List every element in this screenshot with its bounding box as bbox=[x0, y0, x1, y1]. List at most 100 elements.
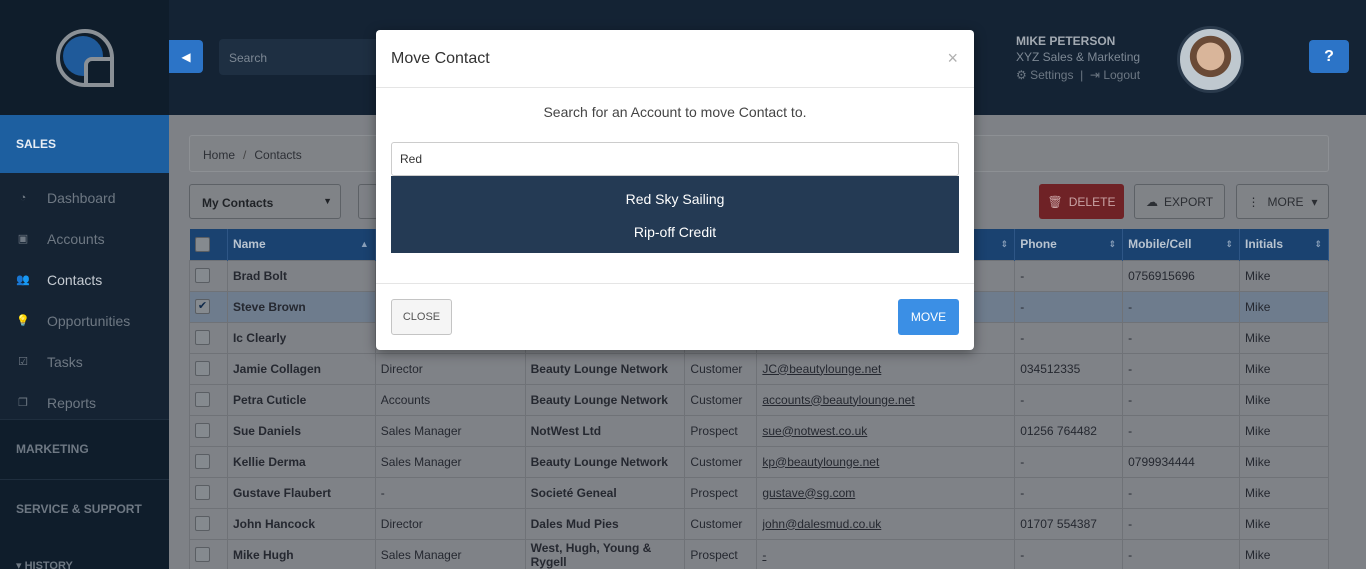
cell-mobile: - bbox=[1122, 321, 1241, 354]
cell-mobile: - bbox=[1122, 414, 1241, 447]
logo-area bbox=[0, 0, 169, 115]
row-select-cell bbox=[189, 414, 228, 447]
cell-title: Director bbox=[374, 507, 526, 540]
cell-account[interactable]: NotWest Ltd bbox=[524, 414, 686, 447]
cell-type: Customer bbox=[684, 507, 758, 540]
cell-account[interactable]: Beauty Lounge Network bbox=[524, 352, 686, 385]
section-history[interactable]: ▾ HISTORY bbox=[16, 559, 73, 569]
cell-phone: - bbox=[1014, 259, 1124, 292]
collapse-sidebar-button[interactable]: ◀ bbox=[169, 40, 203, 73]
cell-account[interactable]: West, Hugh, Young & Rygell bbox=[524, 538, 686, 569]
cell-name[interactable]: Kellie Derma bbox=[226, 445, 376, 478]
cell-name[interactable]: Jamie Collagen bbox=[226, 352, 376, 385]
section-marketing[interactable]: MARKETING bbox=[0, 419, 169, 479]
cell-name[interactable]: John Hancock bbox=[226, 507, 376, 540]
cell-account[interactable]: Beauty Lounge Network bbox=[524, 445, 686, 478]
result-item[interactable]: Rip-off Credit bbox=[391, 215, 959, 248]
breadcrumb-home[interactable]: Home bbox=[203, 148, 235, 162]
row-checkbox[interactable] bbox=[195, 516, 210, 532]
breadcrumb-current: Contacts bbox=[254, 148, 302, 162]
filter-value: My Contacts bbox=[202, 196, 274, 210]
sidebar-item-tasks[interactable]: ☑ Tasks bbox=[0, 341, 169, 382]
close-button[interactable]: CLOSE bbox=[391, 299, 452, 335]
logout-link[interactable]: Logout bbox=[1103, 68, 1140, 82]
row-checkbox[interactable] bbox=[195, 392, 210, 408]
sidebar-item-opportunities[interactable]: 💡 Opportunities bbox=[0, 300, 169, 341]
secondary-filter-button[interactable] bbox=[358, 184, 378, 219]
sidebar-item-reports[interactable]: ❐ Reports bbox=[0, 382, 169, 423]
table-row[interactable]: Gustave Flaubert - Societé Geneal Prospect g… bbox=[189, 476, 1329, 509]
cell-email[interactable]: gustave@sg.com bbox=[756, 476, 1016, 509]
cell-name[interactable]: Sue Daniels bbox=[226, 414, 376, 447]
cell-email[interactable]: accounts@beautylounge.net bbox=[756, 383, 1016, 416]
row-select-cell bbox=[189, 538, 228, 569]
cell-email[interactable]: - bbox=[756, 538, 1016, 569]
export-button[interactable]: ☁ EXPORT bbox=[1134, 184, 1225, 219]
cell-name[interactable]: Ic Clearly bbox=[226, 321, 376, 354]
more-button[interactable]: ⋮ MORE ▾ bbox=[1236, 184, 1329, 219]
cell-email[interactable]: kp@beautylounge.net bbox=[756, 445, 1016, 478]
cell-account[interactable]: Beauty Lounge Network bbox=[524, 383, 686, 416]
move-button[interactable]: MOVE bbox=[898, 299, 959, 335]
sidebar-item-dashboard[interactable]: ◔ Dashboard bbox=[0, 177, 169, 218]
app-logo[interactable] bbox=[55, 28, 114, 87]
sidebar: SALES ◔ Dashboard ▣ Accounts 👥 Contacts 💡 Oppor… bbox=[0, 0, 169, 569]
select-all-checkbox[interactable] bbox=[194, 236, 210, 252]
cell-title: Sales Manager bbox=[374, 445, 526, 478]
settings-link[interactable]: Settings bbox=[1030, 68, 1073, 82]
cell-type: Prospect bbox=[684, 476, 758, 509]
cell-email[interactable]: john@dalesmud.co.uk bbox=[756, 507, 1016, 540]
cell-initials: Mike bbox=[1239, 538, 1329, 569]
cell-initials: Mike bbox=[1239, 476, 1329, 509]
row-checkbox[interactable] bbox=[195, 268, 210, 284]
section-service-support[interactable]: SERVICE & SUPPORT bbox=[0, 479, 169, 539]
contacts-filter-select[interactable]: My Contacts ▼ bbox=[189, 184, 341, 219]
column-header-name[interactable]: Name ▲ bbox=[227, 229, 376, 260]
modal-header: Move Contact × bbox=[376, 30, 974, 88]
cell-name[interactable]: Gustave Flaubert bbox=[226, 476, 376, 509]
close-icon[interactable]: × bbox=[947, 48, 958, 69]
table-row[interactable]: Kellie Derma Sales Manager Beauty Lounge N… bbox=[189, 445, 1329, 478]
account-results-list: Red Sky Sailing Rip-off Credit bbox=[391, 176, 959, 253]
section-sales[interactable]: SALES bbox=[0, 115, 169, 173]
row-checkbox[interactable] bbox=[195, 547, 210, 563]
column-header-mobile[interactable]: Mobile/Cell ⇕ bbox=[1122, 229, 1241, 260]
row-checkbox[interactable]: ✔ bbox=[195, 299, 210, 315]
sidebar-item-accounts[interactable]: ▣ Accounts bbox=[0, 218, 169, 259]
cell-type: Customer bbox=[684, 352, 758, 385]
cell-name[interactable]: Mike Hugh bbox=[226, 538, 376, 569]
row-checkbox[interactable] bbox=[195, 361, 210, 377]
cell-account[interactable]: Dales Mud Pies bbox=[524, 507, 686, 540]
modal-instruction: Search for an Account to move Contact to… bbox=[543, 104, 807, 120]
delete-button[interactable]: 🗑 DELETE bbox=[1039, 184, 1124, 219]
sort-icon: ⇕ bbox=[1314, 239, 1322, 249]
table-row[interactable]: John Hancock Director Dales Mud Pies Custom… bbox=[189, 507, 1329, 540]
row-checkbox[interactable] bbox=[195, 423, 210, 439]
sidebar-item-label: Reports bbox=[47, 394, 97, 411]
account-search-input[interactable] bbox=[391, 142, 959, 176]
table-row[interactable]: Jamie Collagen Director Beauty Lounge Netw… bbox=[189, 352, 1329, 385]
cell-email[interactable]: sue@notwest.co.uk bbox=[756, 414, 1016, 447]
row-checkbox[interactable] bbox=[195, 330, 210, 346]
row-checkbox[interactable] bbox=[195, 454, 210, 470]
cell-name[interactable]: Petra Cuticle bbox=[226, 383, 376, 416]
checkbox-icon: ☑ bbox=[18, 356, 28, 368]
table-row[interactable]: Mike Hugh Sales Manager West, Hugh, Young … bbox=[189, 538, 1329, 569]
sidebar-item-label: Tasks bbox=[47, 353, 83, 370]
cell-name[interactable]: Brad Bolt bbox=[226, 259, 376, 292]
cell-account[interactable]: Societé Geneal bbox=[524, 476, 686, 509]
cell-initials: Mike bbox=[1239, 445, 1329, 478]
sidebar-item-contacts[interactable]: 👥 Contacts bbox=[0, 259, 169, 300]
avatar[interactable] bbox=[1177, 26, 1244, 93]
table-row[interactable]: Sue Daniels Sales Manager NotWest Ltd Prosp… bbox=[189, 414, 1329, 447]
cell-email[interactable]: JC@beautylounge.net bbox=[756, 352, 1016, 385]
row-checkbox[interactable] bbox=[195, 485, 210, 501]
sort-icon: ⇕ bbox=[1225, 239, 1234, 249]
cell-mobile: 0799934444 bbox=[1122, 445, 1241, 478]
result-item[interactable]: Red Sky Sailing bbox=[391, 182, 959, 215]
column-header-initials[interactable]: Initials ⇕ bbox=[1239, 229, 1329, 260]
table-row[interactable]: Petra Cuticle Accounts Beauty Lounge Netwo… bbox=[189, 383, 1329, 416]
column-header-phone[interactable]: Phone ⇕ bbox=[1014, 229, 1124, 260]
cell-name[interactable]: Steve Brown bbox=[226, 290, 376, 323]
help-button[interactable]: ? bbox=[1309, 40, 1349, 73]
